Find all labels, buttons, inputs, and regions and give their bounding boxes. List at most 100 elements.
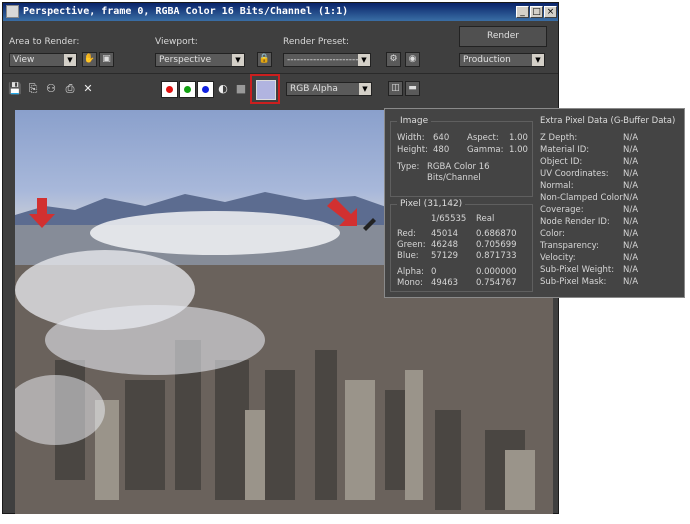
clear-icon[interactable]: ✕ <box>81 82 95 96</box>
pixel-coords-title: Pixel (31,142) <box>397 199 466 209</box>
chevron-down-icon: ▼ <box>232 54 244 66</box>
pixel-info-panel: Image Width: 640 Aspect: 1.00 Height: 48… <box>384 108 685 298</box>
monochrome-icon[interactable]: ■ <box>234 82 248 96</box>
width-label: Width: <box>397 133 425 143</box>
pixel-values-group: Pixel (31,142) 1/65535 Real Red: 45014 0… <box>390 199 533 292</box>
area-to-render-value: View <box>13 55 35 65</box>
chevron-down-icon: ▼ <box>532 54 544 66</box>
height-value: 480 <box>433 145 450 155</box>
image-info-title: Image <box>397 116 432 126</box>
height-label: Height: <box>397 145 428 155</box>
app-icon <box>6 5 19 18</box>
cloud <box>90 211 340 255</box>
type-value: RGBA Color 16 <box>427 162 490 172</box>
gbuffer-group: Extra Pixel Data (G-Buffer Data) Z Depth… <box>536 115 681 294</box>
viewport-label: Viewport: <box>155 37 198 47</box>
render-button[interactable]: Render <box>459 26 547 47</box>
gbuffer-label: Material ID: <box>540 145 590 155</box>
gbuffer-label: Object ID: <box>540 157 583 167</box>
red-int: 45014 <box>431 229 459 239</box>
aspect-value: 1.00 <box>509 133 528 143</box>
blue-channel-button[interactable] <box>197 81 214 98</box>
production-dropdown[interactable]: Production ▼ <box>459 53 545 67</box>
red-channel-button[interactable] <box>161 81 178 98</box>
area-to-render-label: Area to Render: <box>9 37 80 47</box>
gbuffer-value: N/A <box>623 229 639 239</box>
red-label: Red: <box>397 229 417 239</box>
mono-real: 0.754767 <box>476 278 517 288</box>
minimize-button[interactable]: _ <box>516 6 529 18</box>
chevron-down-icon: ▼ <box>359 83 371 95</box>
gamma-label: Gamma: <box>467 145 504 155</box>
gbuffer-value: N/A <box>623 157 639 167</box>
aspect-label: Aspect: <box>467 133 499 143</box>
blue-int: 57129 <box>431 251 459 261</box>
chevron-down-icon: ▼ <box>358 54 370 66</box>
channel-dropdown[interactable]: RGB Alpha ▼ <box>286 82 372 96</box>
print-icon[interactable]: ⎙ <box>63 82 77 96</box>
mono-int: 49463 <box>431 278 459 288</box>
image-info-group: Image Width: 640 Aspect: 1.00 Height: 48… <box>390 116 533 197</box>
gbuffer-label: UV Coordinates: <box>540 169 609 179</box>
gbuffer-value: N/A <box>623 253 639 263</box>
window-title: Perspective, frame 0, RGBA Color 16 Bits… <box>23 6 349 17</box>
clone-icon[interactable]: ⚇ <box>44 82 58 96</box>
green-channel-button[interactable] <box>179 81 196 98</box>
green-real: 0.705699 <box>476 240 517 250</box>
color-swatch-highlight <box>250 74 280 104</box>
render-setup-icon[interactable]: ⚙ <box>386 52 401 67</box>
production-value: Production <box>463 55 511 65</box>
area-to-render-dropdown[interactable]: View ▼ <box>9 53 77 67</box>
gbuffer-label: Node Render ID: <box>540 217 610 227</box>
blue-label: Blue: <box>397 251 419 261</box>
render-preset-value: ------------------------ <box>287 55 365 65</box>
blue-real: 0.871733 <box>476 251 517 261</box>
alpha-label: Alpha: <box>397 267 425 277</box>
display-channel-icon[interactable]: ◫ <box>388 81 403 96</box>
gbuffer-value: N/A <box>623 193 639 203</box>
viewport-dropdown[interactable]: Perspective ▼ <box>155 53 245 67</box>
real-column-header: Real <box>476 214 495 224</box>
gbuffer-value: N/A <box>623 169 639 179</box>
red-real: 0.686870 <box>476 229 517 239</box>
gbuffer-label: Z Depth: <box>540 133 578 143</box>
viewport-value: Perspective <box>159 55 212 65</box>
alpha-channel-icon[interactable]: ◐ <box>216 82 230 96</box>
gbuffer-value: N/A <box>623 241 639 251</box>
gbuffer-title: Extra Pixel Data (G-Buffer Data) <box>540 116 676 126</box>
type-value-cont: Bits/Channel <box>427 173 481 183</box>
mono-label: Mono: <box>397 278 423 288</box>
environment-icon[interactable]: ◉ <box>405 52 420 67</box>
pixel-color-swatch[interactable] <box>256 80 276 100</box>
title-bar[interactable]: Perspective, frame 0, RGBA Color 16 Bits… <box>3 3 558 21</box>
gbuffer-label: Normal: <box>540 181 574 191</box>
maximize-button[interactable]: □ <box>530 6 543 18</box>
gbuffer-label: Non-Clamped Color: <box>540 193 626 203</box>
gamma-value: 1.00 <box>509 145 528 155</box>
green-int: 46248 <box>431 240 459 250</box>
auto-region-icon[interactable]: ▣ <box>99 52 114 67</box>
gbuffer-label: Velocity: <box>540 253 576 263</box>
gbuffer-label: Coverage: <box>540 205 584 215</box>
green-label: Green: <box>397 240 426 250</box>
render-preset-dropdown[interactable]: ------------------------ ▼ <box>283 53 371 67</box>
gbuffer-label: Color: <box>540 229 565 239</box>
close-button[interactable]: × <box>544 6 557 18</box>
toggle-ui-icon[interactable]: ▬ <box>405 81 420 96</box>
render-preset-label: Render Preset: <box>283 37 349 47</box>
copy-icon[interactable]: ⎘ <box>26 82 40 96</box>
width-value: 640 <box>433 133 450 143</box>
gbuffer-value: N/A <box>623 205 639 215</box>
gbuffer-label: Transparency: <box>540 241 599 251</box>
hand-icon[interactable]: ✋ <box>82 52 97 67</box>
gbuffer-value: N/A <box>623 133 639 143</box>
int-column-header: 1/65535 <box>431 214 467 224</box>
gbuffer-value: N/A <box>623 265 639 275</box>
gbuffer-value: N/A <box>623 277 639 287</box>
gbuffer-value: N/A <box>623 217 639 227</box>
save-icon[interactable]: 💾 <box>8 82 22 96</box>
cloud <box>45 305 265 375</box>
gbuffer-label: Sub-Pixel Mask: <box>540 277 607 287</box>
gbuffer-value: N/A <box>623 145 639 155</box>
lock-icon[interactable]: 🔒 <box>257 52 272 67</box>
